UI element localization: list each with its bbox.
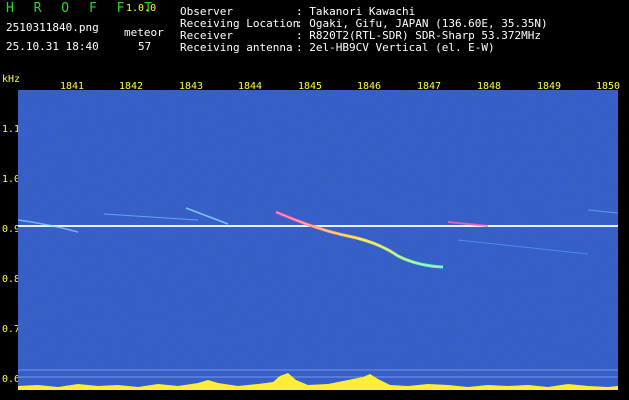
info-value-location: : Ogaki, Gifu, JAPAN (136.60E, 35.35N) [296, 17, 548, 30]
info-value-receiver: : R820T2(RTL-SDR) SDR-Sharp 53.372MHz [296, 29, 542, 42]
file-datetime: 25.10.31 18:40 [6, 40, 99, 53]
info-value-observer: : Takanori Kawachi [296, 5, 416, 18]
app-version: 1.0.0 [126, 3, 157, 14]
spectrogram-svg [18, 90, 618, 390]
y-axis-unit: kHz [2, 74, 21, 85]
info-key-location: Receiving Location [180, 17, 300, 30]
info-key-observer: Observer [180, 5, 233, 18]
info-value-antenna: : 2el-HB9CV Vertical (el. E-W) [296, 41, 495, 54]
info-key-receiver: Receiver [180, 29, 233, 42]
spectrogram [18, 90, 618, 390]
file-name: 2510311840.png [6, 21, 99, 34]
meteor-count: 57 [138, 40, 152, 53]
meteor-label: meteor [124, 26, 164, 39]
noise-layer [18, 90, 618, 390]
info-key-antenna: Receiving antenna [180, 41, 293, 54]
